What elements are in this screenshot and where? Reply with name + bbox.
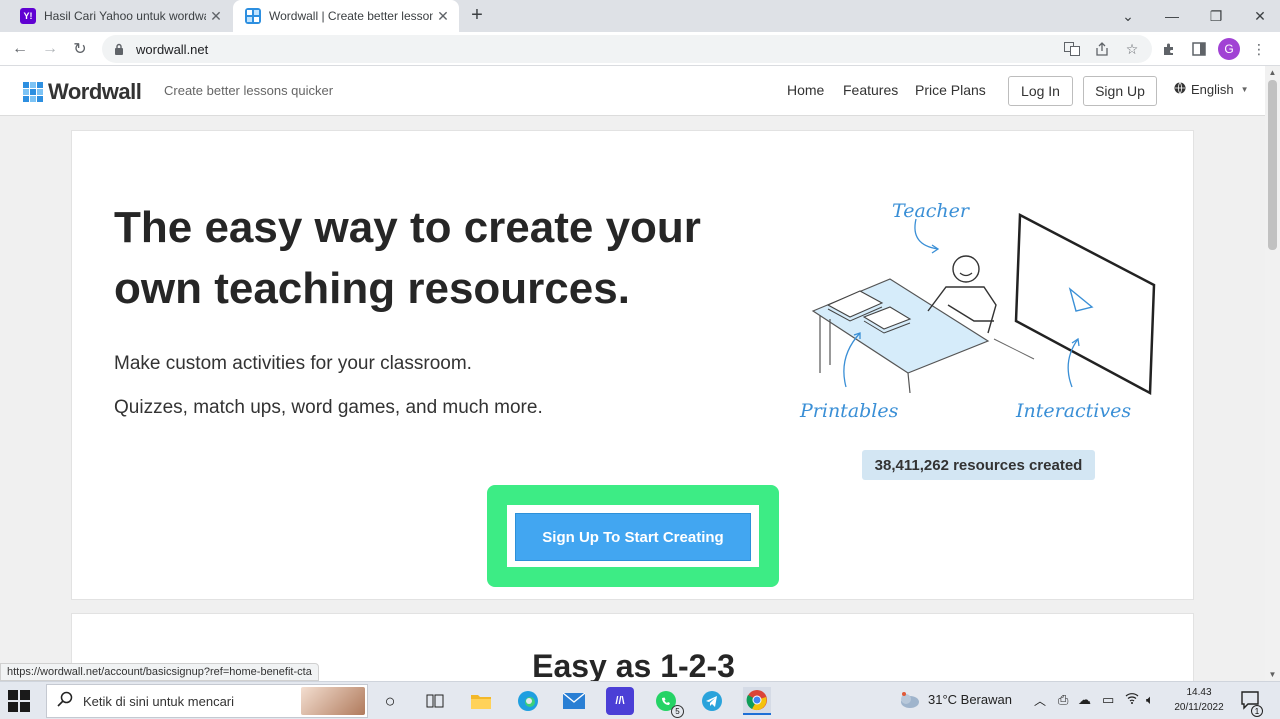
yahoo-icon: Y! <box>20 8 36 24</box>
tab-strip: Y! Hasil Cari Yahoo untuk wordwall ✕ Wor… <box>0 0 1280 32</box>
url-text: wordwall.net <box>136 41 209 57</box>
login-button[interactable]: Log In <box>1008 76 1073 106</box>
site-header: Wordwall Create better lessons quicker H… <box>0 66 1265 116</box>
search-placeholder: Ketik di sini untuk mencari <box>83 693 235 709</box>
hero-subtitle-1: Make custom activities for your classroo… <box>114 353 472 374</box>
tab-title: Hasil Cari Yahoo untuk wordwall <box>44 9 206 23</box>
clock-time: 14.43 <box>1186 687 1212 698</box>
wifi-icon[interactable] <box>1125 692 1139 707</box>
cloud-icon[interactable]: ☁ <box>1078 692 1091 708</box>
language-label: English <box>1191 82 1234 97</box>
cta-highlight: Sign Up To Start Creating <box>487 485 779 587</box>
close-tab-icon[interactable]: ✕ <box>433 8 453 25</box>
interactive-board <box>1014 212 1156 396</box>
minimize-icon[interactable]: — <box>1150 0 1194 32</box>
tab-wordwall[interactable]: Wordwall | Create better lessons ✕ <box>233 0 459 32</box>
wordwall-logo-icon <box>23 81 44 103</box>
weather-text[interactable]: 31°C Berawan <box>928 692 1012 707</box>
language-selector[interactable]: English ▼ <box>1174 82 1249 97</box>
close-tab-icon[interactable]: ✕ <box>206 8 226 25</box>
back-icon[interactable]: ← <box>8 37 32 61</box>
address-bar[interactable]: wordwall.net <box>102 35 1152 63</box>
scroll-down-icon[interactable]: ▼ <box>1268 670 1277 679</box>
new-tab-button[interactable]: + <box>466 4 488 26</box>
nav-home[interactable]: Home <box>787 82 824 98</box>
share-icon[interactable] <box>1090 37 1114 61</box>
notification-badge: 1 <box>1251 705 1263 717</box>
wordwall-icon <box>245 8 261 24</box>
cta-frame: Sign Up To Start Creating <box>507 505 759 567</box>
tray-chevron-up-icon[interactable]: ︿ <box>1034 692 1046 709</box>
app-store-icon[interactable]: //\ <box>606 687 634 715</box>
page-scrollbar[interactable]: ▲ ▼ <box>1265 66 1280 681</box>
lock-icon <box>112 43 126 55</box>
page-viewport: Wordwall Create better lessons quicker H… <box>0 66 1280 681</box>
hero-card: The easy way to create your own teaching… <box>71 130 1194 600</box>
system-clock[interactable]: 14.43 20/11/2022 <box>1168 685 1230 715</box>
translate-icon[interactable] <box>1060 37 1084 61</box>
browser-toolbar: ← → ↻ wordwall.net ☆ G ⋮ <box>0 32 1280 66</box>
site-tagline: Create better lessons quicker <box>164 83 334 98</box>
search-icon <box>57 691 73 712</box>
signup-button[interactable]: Sign Up <box>1083 76 1157 106</box>
battery-icon[interactable]: ▭ <box>1102 692 1114 708</box>
menu-kebab-icon[interactable]: ⋮ <box>1247 37 1271 61</box>
nav-price-plans[interactable]: Price Plans <box>915 82 986 98</box>
task-view-icon[interactable] <box>421 687 449 715</box>
teacher-label: Teacher <box>892 200 971 222</box>
signup-start-creating-button[interactable]: Sign Up To Start Creating <box>515 513 751 561</box>
close-window-icon[interactable]: ✕ <box>1238 0 1280 32</box>
file-explorer-icon[interactable] <box>467 687 495 715</box>
wordwall-logo[interactable]: Wordwall <box>23 79 142 105</box>
hero-headline: The easy way to create your own teaching… <box>114 203 701 313</box>
teacher-head <box>952 255 980 283</box>
cortana-icon[interactable]: ○ <box>376 687 404 715</box>
logo-text: Wordwall <box>48 79 142 104</box>
restore-icon[interactable]: ❐ <box>1194 0 1238 32</box>
volume-icon[interactable]: 🔈︎ <box>1146 692 1154 708</box>
windows-start-icon[interactable] <box>8 690 30 712</box>
nav-features[interactable]: Features <box>843 82 898 98</box>
notification-icon[interactable]: 1 <box>1240 690 1263 717</box>
status-bar-url: https://wordwall.net/account/basicsignup… <box>0 663 319 681</box>
telegram-icon[interactable] <box>698 687 726 715</box>
resources-count-badge: 38,411,262 resources created <box>862 450 1095 480</box>
chrome-icon[interactable] <box>743 687 771 715</box>
printables-label: Printables <box>799 400 899 422</box>
weather-icon <box>898 691 920 714</box>
interactives-label: Interactives <box>1015 400 1131 422</box>
windows-taskbar: Ketik di sini untuk mencari ○ //\ 5 31°C… <box>0 681 1280 719</box>
edge-icon[interactable] <box>514 687 542 715</box>
side-panel-icon[interactable] <box>1187 37 1211 61</box>
desk-shape <box>811 278 990 374</box>
tab-search-icon[interactable]: ⌄ <box>1106 0 1150 32</box>
whatsapp-icon[interactable]: 5 <box>652 687 684 718</box>
profile-avatar[interactable]: G <box>1218 38 1240 60</box>
tab-title: Wordwall | Create better lessons <box>269 9 433 23</box>
bookmark-star-icon[interactable]: ☆ <box>1120 37 1144 61</box>
search-highlight-image <box>301 687 365 715</box>
globe-icon <box>1174 82 1186 97</box>
meet-now-icon[interactable]: ⎙ <box>1058 692 1068 708</box>
tab-yahoo-search[interactable]: Y! Hasil Cari Yahoo untuk wordwall ✕ <box>8 0 232 32</box>
mail-icon[interactable] <box>560 687 588 715</box>
scrollbar-thumb[interactable] <box>1268 80 1277 250</box>
whatsapp-badge: 5 <box>671 705 684 718</box>
hero-subtitle-2: Quizzes, match ups, word games, and much… <box>114 397 543 418</box>
extensions-icon[interactable] <box>1157 37 1181 61</box>
clock-date: 20/11/2022 <box>1174 702 1224 713</box>
forward-icon[interactable]: → <box>38 37 62 61</box>
taskbar-search-box[interactable]: Ketik di sini untuk mencari <box>46 684 368 718</box>
reload-icon[interactable]: ↻ <box>68 37 92 61</box>
caret-down-icon: ▼ <box>1240 85 1249 94</box>
scroll-up-icon[interactable]: ▲ <box>1268 68 1277 77</box>
teacher-illustration: Teacher Printables Interactives <box>799 200 1156 422</box>
